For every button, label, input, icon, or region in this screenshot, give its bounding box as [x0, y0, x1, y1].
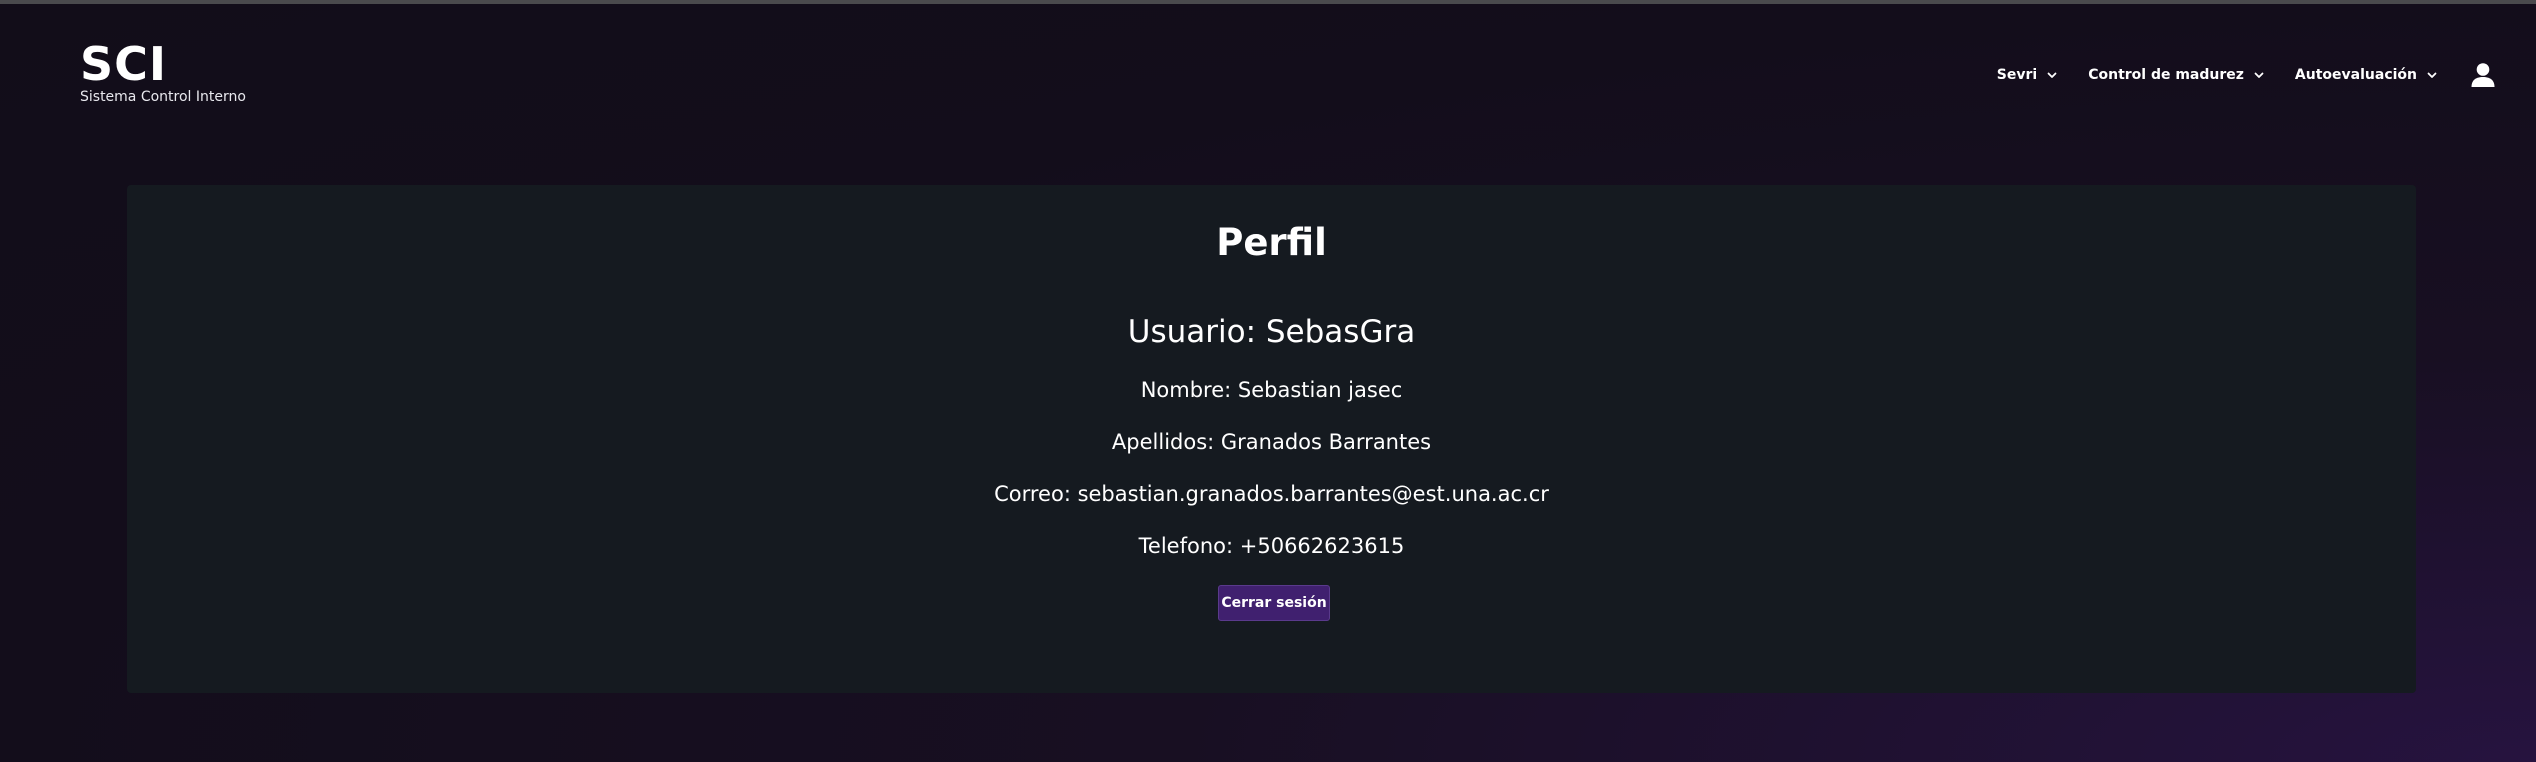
nav-item-autoevaluacion[interactable]: Autoevaluación: [2295, 67, 2438, 83]
top-strip: [0, 0, 2536, 4]
nav-item-label: Sevri: [1996, 67, 2038, 83]
brand-title: SCI: [80, 37, 168, 91]
main-nav: Sevri Control de madurez Autoevaluación: [1997, 60, 2498, 90]
user-menu-button[interactable]: [2468, 60, 2498, 90]
nav-item-control-de-madurez[interactable]: Control de madurez: [2088, 67, 2265, 83]
nav-item-label: Control de madurez: [2088, 67, 2244, 83]
nombre-line: Nombre: Sebastian jasec: [1140, 378, 1403, 402]
brand[interactable]: SCI Sistema Control Interno: [80, 40, 246, 106]
telefono-line: Telefono: +50662623615: [1138, 534, 1405, 558]
page-title: Perfil: [1216, 221, 1327, 264]
nav-item-label: Autoevaluación: [2294, 67, 2417, 83]
profile-card: Perfil Usuario: SebasGra Nombre: Sebasti…: [127, 185, 2416, 693]
correo-line: Correo: sebastian.granados.barrantes@est…: [994, 482, 1549, 506]
user-icon: [2471, 63, 2495, 87]
logout-button[interactable]: Cerrar sesión: [1218, 585, 1330, 621]
chevron-down-icon: [2047, 72, 2057, 78]
chevron-down-icon: [2427, 72, 2437, 78]
nav-item-sevri[interactable]: Sevri: [1997, 67, 2058, 83]
username-line: Usuario: SebasGra: [1127, 314, 1416, 350]
chevron-down-icon: [2254, 72, 2264, 78]
brand-subtitle: Sistema Control Interno: [80, 89, 246, 105]
apellidos-line: Apellidos: Granados Barrantes: [1111, 430, 1432, 454]
